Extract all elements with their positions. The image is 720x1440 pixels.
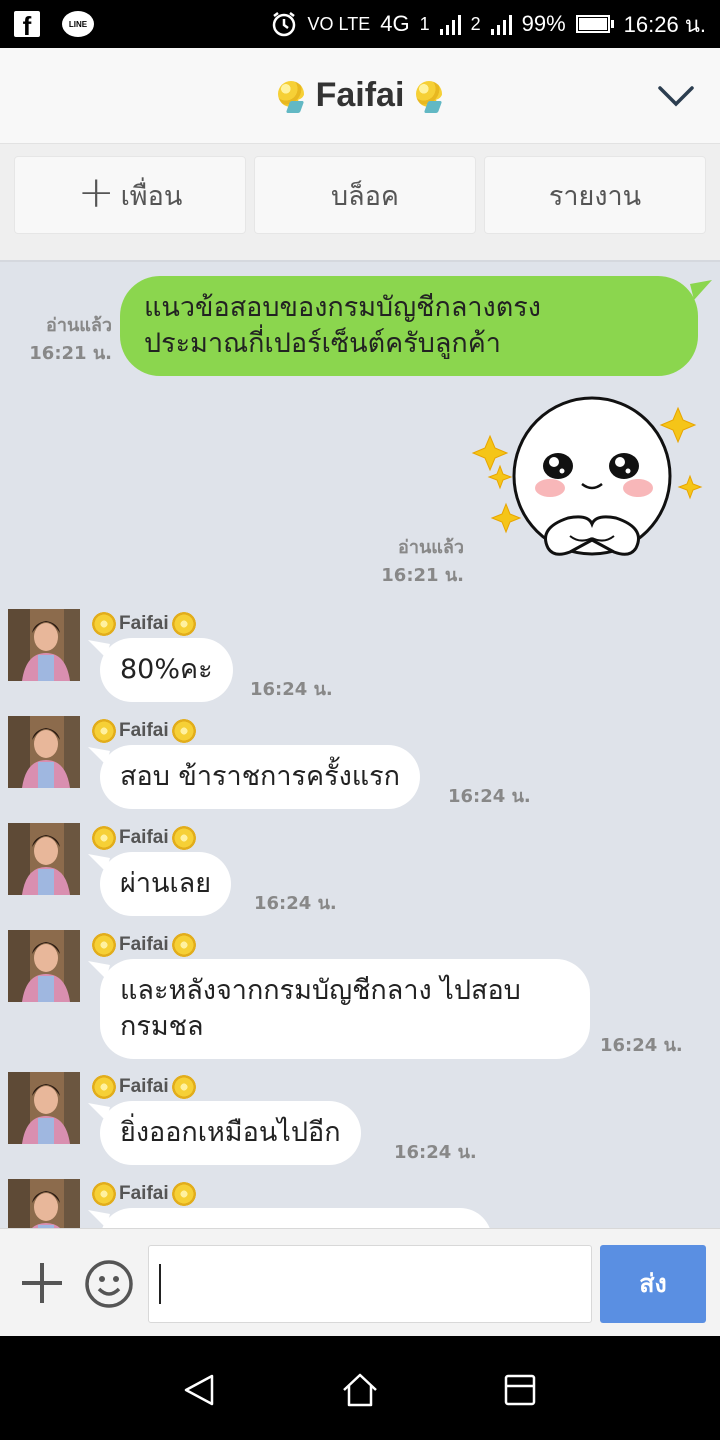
avatar[interactable] — [8, 823, 80, 895]
bouquet-icon — [92, 719, 116, 743]
timestamp: 16:24 น. — [448, 786, 531, 807]
sender-name: Faifai — [119, 1076, 169, 1097]
bubble-tail — [88, 961, 110, 979]
action-bar: + เพื่อน บล็อค รายงาน — [0, 144, 720, 262]
chat-area[interactable]: อ่านแล้ว 16:21 น. แนวข้อสอบของกรมบัญชีกล… — [0, 262, 720, 1228]
incoming-message[interactable] — [100, 1208, 492, 1228]
back-icon[interactable] — [180, 1370, 220, 1410]
message-input-bar: ส่ง — [0, 1228, 720, 1336]
network-type: 4G — [380, 11, 410, 36]
sender-name: Faifai — [119, 613, 169, 634]
bouquet-icon — [171, 719, 196, 743]
bubble-tail — [690, 280, 712, 300]
emoji-icon[interactable] — [84, 1259, 134, 1309]
system-nav-bar — [0, 1336, 720, 1440]
chat-title: Faifai — [315, 76, 405, 114]
clock: 16:26 น. — [623, 11, 706, 37]
chevron-down-icon[interactable] — [656, 76, 696, 116]
bouquet-icon — [410, 77, 448, 115]
home-icon[interactable] — [340, 1370, 380, 1410]
bubble-tail — [88, 854, 110, 872]
bouquet-icon — [92, 1075, 116, 1099]
sender-name: Faifai — [119, 934, 169, 955]
recents-icon[interactable] — [500, 1370, 540, 1410]
sender-name: Faifai — [119, 827, 169, 848]
text-caret — [159, 1264, 161, 1304]
incoming-message[interactable]: 80%คะ — [100, 638, 233, 702]
sender-name: Faifai — [119, 1183, 169, 1204]
avatar[interactable] — [8, 609, 80, 681]
line-icon: LINE — [62, 11, 94, 37]
bouquet-icon — [272, 77, 310, 115]
bouquet-icon — [92, 826, 116, 850]
add-friend-button[interactable]: + เพื่อน — [14, 156, 246, 234]
bubble-tail — [88, 1210, 110, 1228]
bouquet-icon — [171, 933, 196, 957]
message-input[interactable] — [148, 1245, 592, 1323]
avatar[interactable] — [8, 716, 80, 788]
incoming-message[interactable]: สอบ ข้าราชการครั้งแรก — [100, 745, 421, 809]
incoming-message[interactable]: ยิ่งออกเหมือนไปอีก — [100, 1101, 361, 1165]
bubble-tail — [88, 747, 110, 765]
bouquet-icon — [92, 612, 116, 636]
bouquet-icon — [92, 1182, 116, 1206]
status-bar: f LINE VO LTE 4G 1 2 99% 16:26 น. — [0, 0, 720, 48]
timestamp: 16:24 น. — [394, 1142, 477, 1163]
avatar[interactable] — [8, 1179, 80, 1228]
incoming-message[interactable]: และหลังจากกรมบัญชีกลาง ไปสอบ กรมชล — [100, 959, 590, 1059]
outgoing-message[interactable]: แนวข้อสอบของกรมบัญชีกลางตรง ประมาณกี่เปอ… — [120, 276, 698, 376]
battery-icon — [575, 15, 610, 33]
avatar[interactable] — [8, 930, 80, 1002]
sender-name: Faifai — [119, 720, 169, 741]
sim2-indicator: 2 — [470, 13, 481, 34]
signal-icon — [439, 13, 461, 35]
plus-icon: + — [77, 167, 115, 218]
bouquet-icon — [171, 826, 196, 850]
bouquet-icon — [171, 1182, 196, 1206]
timestamp: 16:24 น. — [250, 679, 333, 700]
send-button[interactable]: ส่ง — [600, 1245, 706, 1323]
bubble-tail — [88, 640, 110, 658]
report-button[interactable]: รายงาน — [484, 156, 706, 234]
plus-icon[interactable] — [20, 1261, 64, 1305]
volte-indicator: VO LTE — [307, 13, 371, 34]
facebook-icon: f — [14, 11, 40, 37]
timestamp: 16:24 น. — [254, 893, 337, 914]
read-receipt: อ่านแล้ว 16:21 น. — [29, 315, 112, 364]
battery-percent: 99% — [521, 11, 566, 36]
bouquet-icon — [92, 933, 116, 957]
bouquet-icon — [171, 612, 196, 636]
chat-header: Faifai — [0, 48, 720, 144]
pleading-face-sticker[interactable] — [470, 396, 710, 596]
read-receipt: อ่านแล้ว 16:21 น. — [381, 537, 464, 586]
bouquet-icon — [171, 1075, 196, 1099]
block-button[interactable]: บล็อค — [254, 156, 476, 234]
incoming-message[interactable]: ผ่านเลย — [100, 852, 232, 916]
timestamp: 16:24 น. — [600, 1035, 683, 1056]
bubble-tail — [88, 1103, 110, 1121]
sim1-indicator: 1 — [419, 13, 430, 34]
alarm-icon — [272, 12, 295, 37]
signal-icon — [490, 13, 512, 35]
avatar[interactable] — [8, 1072, 80, 1144]
